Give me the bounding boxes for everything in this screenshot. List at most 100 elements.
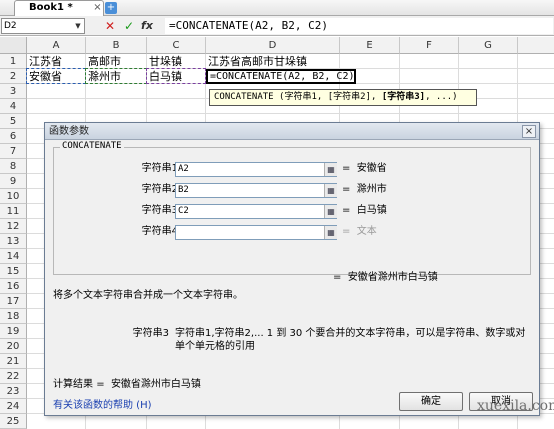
column-header-d[interactable]: D	[206, 37, 340, 54]
reference-range-a2	[26, 68, 86, 84]
arg-input-4[interactable]	[175, 225, 337, 240]
chevron-down-icon[interactable]: ▼	[73, 20, 83, 32]
row-header[interactable]: 12	[0, 219, 27, 234]
arg-result-3-value: 白马镇	[356, 205, 387, 216]
row-header[interactable]: 24	[0, 399, 27, 414]
function-syntax-tooltip: CONCATENATE (字符串1, [字符串2], [字符串3], ...)	[209, 89, 477, 106]
row-header[interactable]: 17	[0, 294, 27, 309]
tab-title: Book1 *	[29, 2, 73, 13]
arg-result-1: = 安徽省	[342, 162, 462, 176]
cell-a1[interactable]: 江苏省	[27, 54, 85, 69]
collapse-range-icon[interactable]: ▦	[324, 163, 337, 176]
arg-label-4: 字符串4	[141, 226, 178, 237]
row-header[interactable]: 16	[0, 279, 27, 294]
function-description: 将多个文本字符串合并成一个文本字符串。	[53, 290, 243, 301]
collapse-range-icon[interactable]: ▦	[324, 184, 337, 197]
add-tab-icon[interactable]: +	[105, 2, 117, 14]
cell-d1[interactable]: 江苏省高邮市甘垛镇	[206, 54, 339, 69]
dialog-titlebar[interactable]: 函数参数 ×	[45, 123, 539, 140]
enter-formula-icon[interactable]: ✓	[122, 19, 136, 33]
equals-sign: =	[342, 163, 351, 174]
column-header-e[interactable]: E	[340, 37, 400, 54]
help-link[interactable]: 有关该函数的帮助 (H)	[53, 399, 152, 412]
formula-input[interactable]: =CONCATENATE(A2, B2, C2)	[165, 18, 553, 34]
tooltip-function: CONCATENATE	[214, 92, 274, 102]
tooltip-arg2: [字符串2]	[327, 92, 371, 102]
function-arguments-dialog: 函数参数 × CONCATENATE 字符串1 A2 ▦ = 安徽省 字符串2 …	[44, 122, 540, 416]
column-header-f[interactable]: F	[400, 37, 459, 54]
column-header-c[interactable]: C	[147, 37, 206, 54]
arg-label-2: 字符串2	[141, 184, 178, 195]
watermark: xuexila.com	[477, 398, 554, 414]
row-header[interactable]: 14	[0, 249, 27, 264]
row-header[interactable]: 11	[0, 204, 27, 219]
row-header[interactable]: 7	[0, 144, 27, 159]
tooltip-sep2: ,	[370, 92, 382, 102]
row-header[interactable]: 3	[0, 84, 27, 99]
group-label: CONCATENATE	[60, 141, 124, 151]
close-icon[interactable]: ×	[92, 2, 103, 13]
row-header[interactable]: 1	[0, 54, 27, 69]
row-header[interactable]: 8	[0, 159, 27, 174]
formula-bar: D2 ▼ ✕ ✓ fx =CONCATENATE(A2, B2, C2)	[0, 16, 554, 36]
row-header[interactable]: 2	[0, 69, 27, 84]
total-result: = 安徽省滁州市白马镇	[333, 271, 438, 284]
calc-label: 计算结果	[53, 379, 93, 390]
arg-result-1-value: 安徽省	[356, 163, 387, 174]
reference-range-c2	[146, 68, 206, 84]
row-header[interactable]: 20	[0, 339, 27, 354]
param-name: 字符串3	[132, 328, 169, 339]
select-all-corner[interactable]	[0, 37, 27, 54]
dialog-title: 函数参数	[49, 126, 89, 137]
row-header[interactable]: 10	[0, 189, 27, 204]
row-header[interactable]: 4	[0, 99, 27, 114]
arg-input-1[interactable]: A2	[175, 162, 337, 177]
arg-result-4: = 文本	[342, 225, 462, 239]
equals-sign: =	[342, 205, 351, 216]
row-header[interactable]: 21	[0, 354, 27, 369]
arg-result-4-value: 文本	[356, 226, 377, 237]
row-header[interactable]: 19	[0, 324, 27, 339]
tooltip-open: (	[273, 92, 285, 102]
arg-input-3[interactable]: C2	[175, 204, 337, 219]
row-header[interactable]: 6	[0, 129, 27, 144]
tooltip-rest: , ...)	[425, 92, 458, 102]
arg-label-3: 字符串3	[141, 205, 178, 216]
cancel-formula-icon[interactable]: ✕	[103, 19, 117, 33]
row-header[interactable]: 22	[0, 369, 27, 384]
column-header-b[interactable]: B	[86, 37, 147, 54]
cell-c1[interactable]: 甘垛镇	[147, 54, 205, 69]
equals-sign: =	[96, 379, 105, 390]
row-header[interactable]: 13	[0, 234, 27, 249]
total-result-value: 安徽省滁州市白马镇	[347, 272, 438, 283]
close-icon[interactable]: ×	[522, 125, 536, 138]
tooltip-sep1: ,	[316, 92, 328, 102]
cell-b1[interactable]: 高邮市	[86, 54, 146, 69]
row-header[interactable]: 23	[0, 384, 27, 399]
row-header[interactable]: 18	[0, 309, 27, 324]
arguments-group: CONCATENATE 字符串1 A2 ▦ = 安徽省 字符串2 B2 ▦ = …	[53, 141, 531, 275]
tooltip-arg1: 字符串1	[284, 92, 317, 102]
name-box[interactable]: D2 ▼	[1, 18, 85, 34]
row-header[interactable]: 15	[0, 264, 27, 279]
insert-function-icon[interactable]: fx	[140, 19, 154, 33]
row-header[interactable]: 5	[0, 114, 27, 129]
column-header-a[interactable]: A	[27, 37, 86, 54]
cell-d2-active[interactable]: =CONCATENATE(A2, B2, C2)	[206, 69, 356, 84]
column-header-h[interactable]	[518, 37, 554, 54]
column-header-g[interactable]: G	[459, 37, 518, 54]
calc-result: 计算结果 = 安徽省滁州市白马镇	[53, 378, 201, 391]
row-header[interactable]: 25	[0, 414, 27, 429]
param-help: 字符串1,字符串2,... 1 到 30 个要合并的文本字符串，可以是字符串、数…	[175, 328, 526, 352]
tooltip-arg3-current: [字符串3]	[381, 92, 426, 102]
equals-sign: =	[342, 184, 351, 195]
row-header[interactable]: 9	[0, 174, 27, 189]
arg-result-3: = 白马镇	[342, 204, 462, 218]
ok-button[interactable]: 确定	[399, 392, 463, 411]
arg-result-2: = 滁州市	[342, 183, 462, 197]
collapse-range-icon[interactable]: ▦	[324, 226, 337, 239]
tab-book1[interactable]: Book1 *	[14, 0, 104, 16]
arg-input-2[interactable]: B2	[175, 183, 337, 198]
collapse-range-icon[interactable]: ▦	[324, 205, 337, 218]
reference-range-b2	[85, 68, 147, 84]
